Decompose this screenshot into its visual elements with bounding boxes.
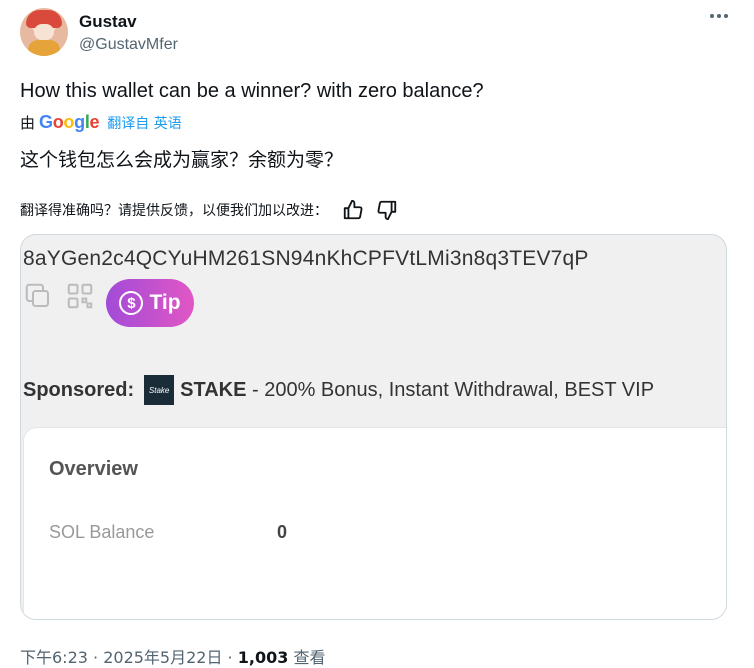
google-logo: Google: [39, 112, 100, 132]
avatar[interactable]: [20, 8, 68, 56]
author-name[interactable]: Gustav: [79, 12, 137, 32]
sponsor-name: STAKE: [180, 378, 247, 401]
translate-prefix: 由: [20, 114, 36, 132]
sol-balance-value: 0: [277, 522, 288, 542]
copy-icon[interactable]: [23, 281, 53, 311]
tip-button[interactable]: $ Tip: [106, 279, 194, 327]
wallet-address: 8aYGen2c4QCYuHM261SN94nKhCPFVtLMi3n8q3TE…: [23, 247, 589, 270]
author-handle[interactable]: @GustavMfer: [79, 36, 178, 54]
views-label: 查看: [293, 648, 326, 667]
sol-balance-label: SOL Balance: [49, 522, 155, 542]
translation-attribution: 由 Google 翻译自 英语: [20, 112, 182, 133]
more-icon[interactable]: [710, 14, 728, 18]
tweet-date[interactable]: 2025年5月22日: [103, 648, 222, 667]
translation-feedback: 翻译得准确吗？请提供反馈，以便我们加以改进：: [20, 199, 398, 221]
tweet-meta: 下午6:23 · 2025年5月22日 · 1,003 查看: [20, 648, 326, 667]
thumbs-up-icon[interactable]: [342, 199, 364, 221]
sponsored-line[interactable]: Sponsored: Stake STAKE - 200% Bonus, Ins…: [23, 375, 654, 405]
overview-panel: Overview SOL Balance 0: [23, 427, 726, 619]
overview-title: Overview: [49, 458, 138, 480]
sponsor-text: - 200% Bonus, Instant Withdrawal, BEST V…: [246, 378, 655, 401]
dollar-coin-icon: $: [119, 291, 144, 315]
views-count: 1,003: [237, 648, 289, 667]
tweet-text: How this wallet can be a winner? with ze…: [20, 80, 484, 102]
translated-text: 这个钱包怎么会成为赢家？余额为零？: [20, 149, 344, 171]
tweet-time[interactable]: 下午6:23: [20, 648, 88, 667]
tip-label: Tip: [149, 291, 181, 314]
stake-logo: Stake: [144, 375, 175, 405]
feedback-prompt: 翻译得准确吗？请提供反馈，以便我们加以改进：: [20, 203, 328, 219]
link-card[interactable]: 8aYGen2c4QCYuHM261SN94nKhCPFVtLMi3n8q3TE…: [20, 234, 727, 620]
translated-from-link[interactable]: 翻译自 英语: [107, 113, 181, 133]
thumbs-down-icon[interactable]: [376, 199, 398, 221]
sponsored-label: Sponsored:: [23, 378, 135, 401]
qr-icon[interactable]: [65, 281, 95, 311]
